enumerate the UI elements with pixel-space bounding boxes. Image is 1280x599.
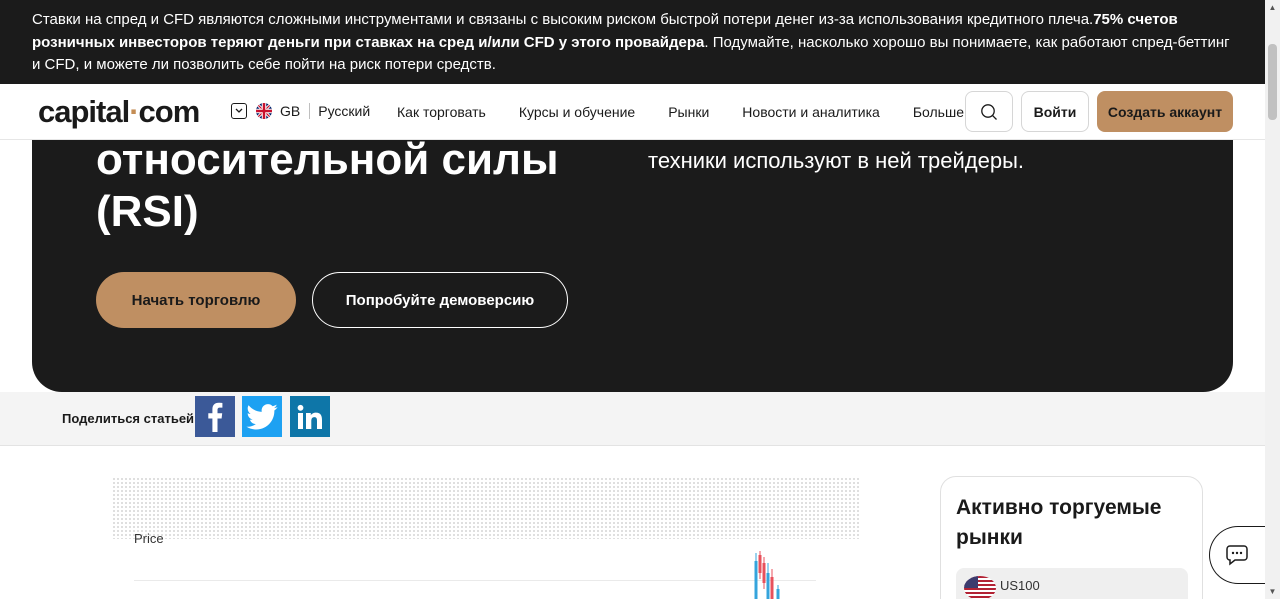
nav-item-more[interactable]: Больше [913, 104, 964, 120]
chart-gridline [134, 580, 816, 581]
facebook-share-button[interactable] [195, 396, 235, 437]
create-account-button[interactable]: Создать аккаунт [1097, 91, 1233, 132]
share-bar: Поделиться статьей [0, 392, 1265, 446]
share-label: Поделиться статьей [62, 411, 195, 426]
start-trading-button[interactable]: Начать торговлю [96, 272, 296, 328]
risk-warning-banner: Ставки на спред и CFD являются сложными … [0, 0, 1265, 84]
language-divider [309, 103, 311, 119]
facebook-icon [208, 402, 223, 432]
site-header: capital·com GB Русский Как торговать Кур… [0, 84, 1265, 140]
linkedin-icon [297, 404, 322, 429]
candlestick-marks [754, 551, 780, 599]
chevron-down-icon[interactable] [231, 103, 247, 119]
logo-left: capital [38, 94, 130, 129]
chart-y-label: Price [134, 531, 164, 546]
scroll-down-arrow-icon[interactable]: ▼ [1265, 584, 1280, 599]
logo-dot: · [129, 94, 139, 129]
nav-item-courses[interactable]: Курсы и обучение [519, 104, 635, 120]
chart-pattern [112, 477, 860, 539]
try-demo-button[interactable]: Попробуйте демоверсию [312, 272, 568, 328]
login-button[interactable]: Войти [1021, 91, 1089, 132]
market-name: US100 [1000, 578, 1040, 593]
capital-com-logo[interactable]: capital·com [38, 94, 201, 130]
market-item-us100[interactable]: US100 [956, 568, 1188, 599]
nav-item-markets[interactable]: Рынки [668, 104, 709, 120]
chat-button[interactable] [1209, 526, 1269, 584]
language-selector[interactable]: GB Русский [231, 103, 370, 119]
search-button[interactable] [965, 91, 1013, 132]
scroll-up-arrow-icon[interactable]: ▲ [1265, 0, 1280, 15]
risk-warning-text: Ставки на спред и CFD являются сложными … [32, 11, 1094, 28]
twitter-share-button[interactable] [242, 396, 282, 437]
nav-item-news[interactable]: Новости и аналитика [742, 104, 880, 120]
hero-subtitle: техники используют в ней трейдеры. [648, 148, 1024, 173]
scrollbar-thumb[interactable] [1268, 44, 1277, 120]
twitter-icon [246, 403, 278, 429]
hero-section: относительной силы (RSI) техники использ… [32, 140, 1233, 392]
chat-icon [1225, 545, 1248, 566]
language-label[interactable]: Русский [318, 103, 370, 119]
linkedin-share-button[interactable] [290, 396, 330, 437]
search-icon [981, 103, 997, 120]
main-nav: Как торговать Курсы и обучение Рынки Нов… [397, 104, 997, 120]
logo-right: com [138, 94, 201, 129]
active-markets-card: Активно торгуемые рынки US100 [940, 476, 1203, 599]
uk-flag-icon [256, 103, 272, 119]
price-chart: Price [112, 477, 860, 599]
nav-item-how-to-trade[interactable]: Как торговать [397, 104, 486, 120]
hero-title: относительной силы (RSI) [96, 140, 559, 236]
us-flag-icon [964, 576, 996, 599]
active-markets-title: Активно торгуемые рынки [956, 496, 1162, 549]
region-code: GB [280, 103, 301, 119]
page-scrollbar[interactable]: ▲ ▼ [1265, 0, 1280, 599]
